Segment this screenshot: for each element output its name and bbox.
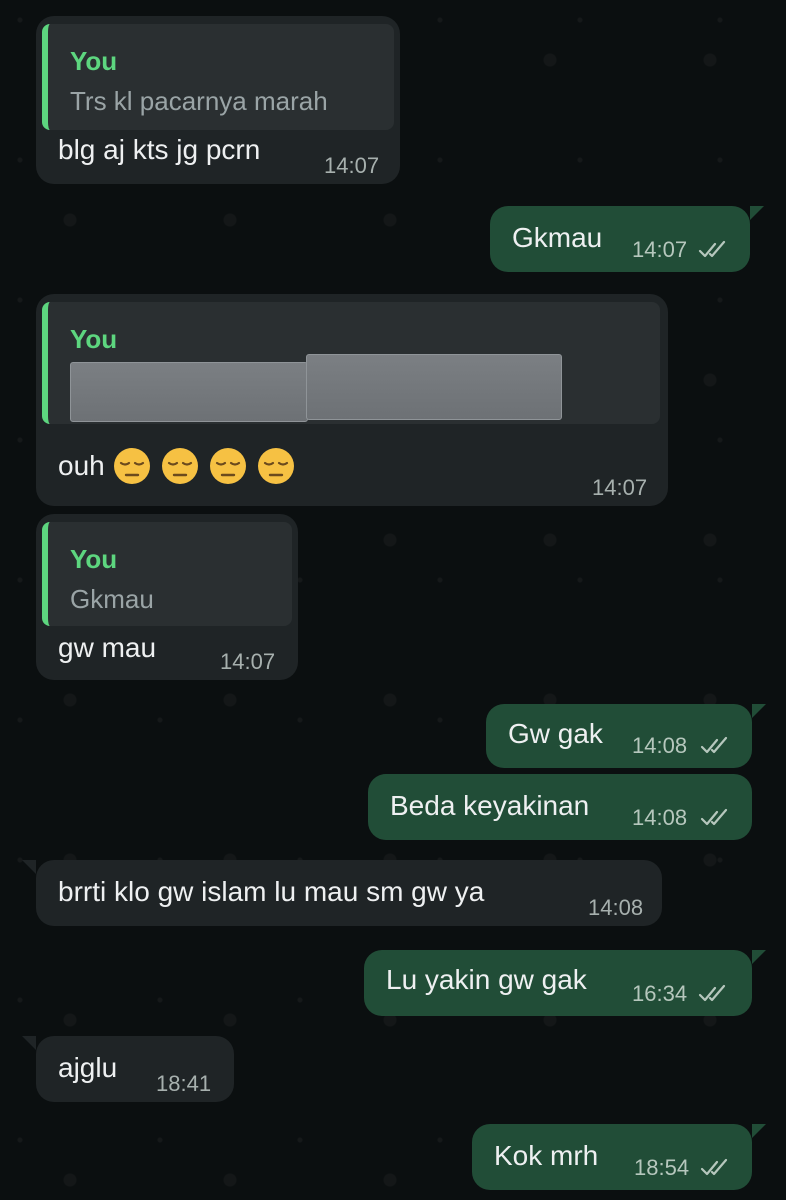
- outgoing-message[interactable]: Gw gak 14:08: [486, 704, 752, 768]
- message-text: blg aj kts jg pcrn: [58, 134, 261, 165]
- bubble-tail: [752, 950, 766, 964]
- message-text: Gkmau: [512, 222, 603, 253]
- quoted-reply[interactable]: You: [42, 302, 660, 424]
- message-time: 14:07: [324, 153, 380, 178]
- read-receipt-icon: [700, 1158, 728, 1176]
- quoted-reply[interactable]: You Gkmau: [42, 522, 292, 626]
- message-time: 18:41: [156, 1071, 212, 1096]
- outgoing-message[interactable]: Kok mrh 18:54: [472, 1124, 752, 1190]
- message-time: 14:08: [588, 895, 644, 920]
- quoted-author: You: [70, 46, 118, 76]
- message-text: Beda keyakinan: [390, 790, 590, 821]
- outgoing-message[interactable]: Beda keyakinan 14:08: [368, 774, 752, 840]
- quoted-text: Gkmau: [70, 584, 154, 614]
- bubble-tail: [750, 206, 764, 220]
- incoming-message[interactable]: You Gkmau gw mau 14:07: [36, 514, 298, 680]
- bubble-tail: [22, 1036, 36, 1050]
- incoming-message[interactable]: You ouh 14:07: [36, 294, 668, 506]
- quoted-author: You: [70, 544, 118, 574]
- incoming-message[interactable]: You Trs kl pacarnya marah blg aj kts jg …: [36, 16, 400, 184]
- message-time: 18:54: [634, 1155, 690, 1180]
- message-text: Lu yakin gw gak: [386, 964, 587, 995]
- message-text: ouh: [58, 450, 105, 481]
- pensive-face-emoji: [114, 448, 150, 484]
- message-time: 14:08: [632, 733, 688, 758]
- read-receipt-icon: [700, 736, 728, 754]
- bubble-tail: [22, 860, 36, 874]
- message-text: brrti klo gw islam lu mau sm gw ya: [58, 876, 485, 907]
- quoted-reply[interactable]: You Trs kl pacarnya marah: [42, 24, 394, 130]
- pensive-face-emoji: [258, 448, 294, 484]
- message-text: Gw gak: [508, 718, 603, 749]
- bubble-tail: [752, 704, 766, 718]
- outgoing-message[interactable]: Gkmau 14:07: [490, 206, 750, 272]
- redacted-content: [306, 354, 562, 420]
- message-time: 16:34: [632, 981, 688, 1006]
- pensive-face-emoji: [162, 448, 198, 484]
- message-time: 14:07: [592, 475, 648, 500]
- read-receipt-icon: [698, 984, 726, 1002]
- redacted-content: [70, 362, 308, 422]
- bubble-tail: [752, 1124, 766, 1138]
- incoming-message[interactable]: brrti klo gw islam lu mau sm gw ya 14:08: [36, 860, 662, 926]
- incoming-message[interactable]: ajglu 18:41: [36, 1036, 234, 1102]
- message-time: 14:07: [632, 237, 688, 262]
- message-time: 14:08: [632, 805, 688, 830]
- message-time: 14:07: [220, 649, 276, 674]
- pensive-face-emoji: [210, 448, 246, 484]
- chat-background: You Trs kl pacarnya marah blg aj kts jg …: [0, 0, 786, 1200]
- message-text: Kok mrh: [494, 1140, 599, 1171]
- message-text: gw mau: [58, 632, 157, 663]
- outgoing-message[interactable]: Lu yakin gw gak 16:34: [364, 950, 752, 1016]
- message-text: ajglu: [58, 1052, 118, 1083]
- read-receipt-icon: [700, 808, 728, 826]
- quoted-text: Trs kl pacarnya marah: [70, 86, 328, 116]
- quoted-author: You: [70, 324, 118, 354]
- read-receipt-icon: [698, 240, 726, 258]
